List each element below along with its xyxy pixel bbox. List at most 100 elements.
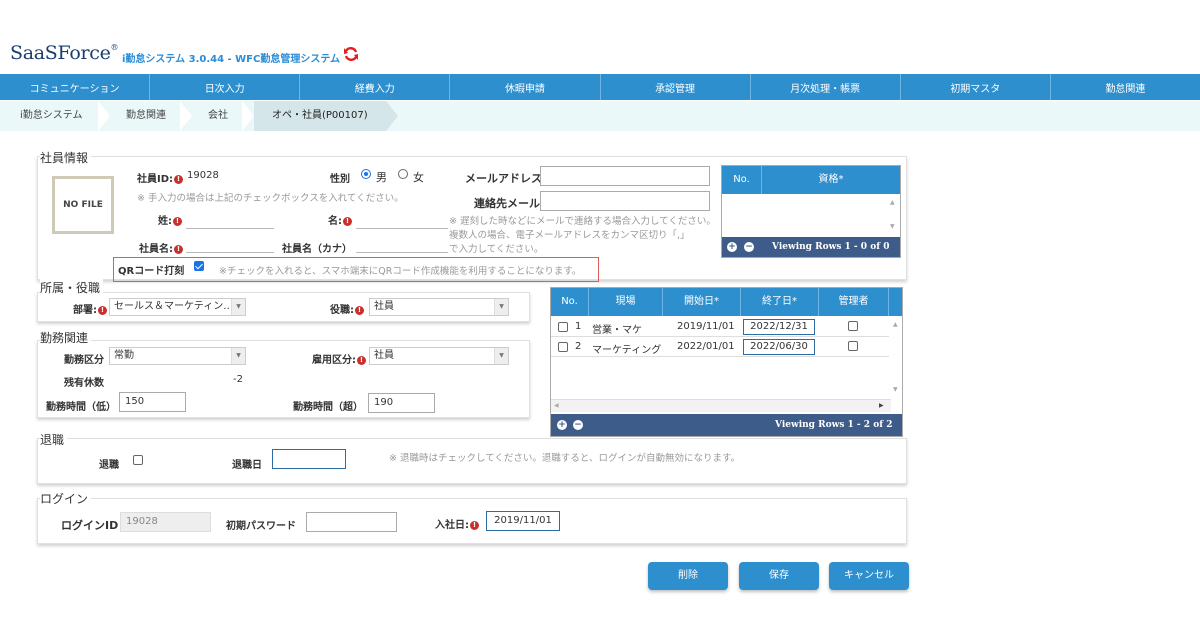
hours-min-input[interactable]: 150 [119,392,186,412]
row-select-checkbox[interactable] [558,342,568,352]
qualification-col-no[interactable]: No. [722,166,762,194]
scroll-down-icon[interactable]: ▼ [890,223,895,230]
paid-leave-label: 残有休数 [64,378,104,389]
section-title-affiliation: 所属・役職 [40,279,104,296]
gender-female-label: 女 [413,171,424,184]
cancel-button[interactable]: キャンセル [829,562,909,590]
gender-male-radio[interactable] [361,169,371,179]
add-row-icon[interactable]: + [557,420,567,430]
full-name-label: 社員名:! [139,240,183,255]
remove-row-icon[interactable]: − [573,420,583,430]
system-name: i勤怠システム 3.0.44 - WFC勤怠管理システム [122,54,341,65]
breadcrumb-item-system[interactable]: i勤怠システム [20,101,82,131]
chevron-down-icon: ▼ [231,299,245,315]
site-col-site[interactable]: 現場 [589,288,663,316]
work-type-select[interactable]: 常勤 ▼ [109,347,246,365]
save-button[interactable]: 保存 [739,562,819,590]
join-date-label: 入社日:! [435,516,479,531]
chevron-down-icon: ▼ [494,299,508,315]
row-end-date-input[interactable]: 2022/12/31 [743,319,815,335]
employment-type-select[interactable]: 社員 ▼ [369,347,509,365]
site-grid-header: No. 現場 開始日* 終了日* 管理者 [551,288,902,316]
app-logo: SaaSForce® [10,42,119,64]
join-date-input[interactable]: 2019/11/01 [486,511,560,531]
nav-initial-master[interactable]: 初期マスタ [901,74,1051,100]
employee-id-label: 社員ID:! [137,170,184,185]
site-col-end[interactable]: 終了日* [741,288,819,316]
nav-communication[interactable]: コミュニケーション [0,74,151,100]
scroll-left-icon[interactable]: ◀ [554,402,559,409]
last-name-input[interactable] [186,211,274,229]
full-name-input[interactable] [186,235,274,253]
qr-note: ※チェックを入れると、スマホ端末にQRコード作成機能を利用することになります。 [219,266,582,277]
horizontal-scrollbar[interactable]: ◀ ▶ [551,399,891,412]
hours-max-label: 勤務時間（超） [293,402,363,413]
nav-attendance[interactable]: 勤怠関連 [1051,74,1200,100]
breadcrumb-item-attendance[interactable]: 勤怠関連 [126,101,166,131]
email-input[interactable] [540,166,710,186]
hours-min-label: 勤務時間（低） [46,402,116,413]
row-end-date-input[interactable]: 2022/06/30 [743,339,815,355]
dept-label: 部署:! [73,301,107,316]
init-password-input[interactable] [306,512,397,532]
remove-row-icon[interactable]: − [744,242,754,252]
first-name-input[interactable] [356,211,448,229]
row-start-date: 2019/11/01 [677,321,735,332]
main-nav: コミュニケーション 日次入力 経費入力 休暇申請 承認管理 月次処理・帳票 初期… [0,74,1200,100]
breadcrumb-item-current: オペ・社員(P00107) [272,110,368,121]
nav-leave-request[interactable]: 休暇申請 [450,74,601,100]
retire-date-input[interactable] [272,449,346,469]
table-row[interactable]: 1 営業・マケ 2019/11/01 2022/12/31 [551,317,889,337]
row-manager-checkbox[interactable] [848,341,858,351]
employment-type-label: 雇用区分:! [312,351,366,366]
row-site: マーケティング [592,345,662,356]
chevron-down-icon: ▼ [494,348,508,364]
qualification-grid-header: No. 資格* [722,166,900,194]
retire-note: ※ 退職時はチェックしてください。退職すると、ログインが自動無効になります。 [389,453,741,464]
manual-input-note: ※ 手入力の場合は上記のチェックボックスを入れてください。 [137,193,404,204]
site-col-start[interactable]: 開始日* [663,288,741,316]
scroll-up-icon[interactable]: ▲ [890,199,895,206]
site-grid-footer: + − Viewing Rows 1 - 2 of 2 [551,414,902,436]
retire-date-label: 退職日 [232,460,262,471]
site-grid: No. 現場 開始日* 終了日* 管理者 1 営業・マケ 2019/11/01 … [550,287,903,437]
retire-checkbox[interactable] [133,455,143,465]
qr-checkbox[interactable] [194,261,204,271]
refresh-icon[interactable] [343,46,359,62]
site-col-manager[interactable]: 管理者 [819,288,889,316]
role-label: 役職:! [330,301,364,316]
employee-id-value: 19028 [187,170,219,181]
retire-label: 退職 [99,460,119,471]
breadcrumb-item-company[interactable]: 会社 [208,101,228,131]
row-select-checkbox[interactable] [558,322,568,332]
delete-button[interactable]: 削除 [648,562,728,590]
login-id-label: ログインID [61,519,119,532]
nav-expense-input[interactable]: 経費入力 [300,74,451,100]
section-title-work: 勤務関連 [40,329,92,346]
row-manager-checkbox[interactable] [848,321,858,331]
breadcrumb: i勤怠システム 勤怠関連 会社 オペ・社員(P00107) [0,101,1200,131]
table-row[interactable]: 2 マーケティング 2022/01/01 2022/06/30 [551,337,889,357]
scroll-up-icon[interactable]: ▲ [893,321,898,328]
dept-select[interactable]: セールス＆マーケティン… ▼ [109,298,246,316]
role-select[interactable]: 社員 ▼ [369,298,509,316]
gender-female-radio[interactable] [398,169,408,179]
nav-daily-input[interactable]: 日次入力 [150,74,301,100]
nav-approval[interactable]: 承認管理 [601,74,751,100]
breadcrumb-separator [98,101,110,131]
gender-male-label: 男 [376,171,387,184]
qr-label: QRコード打刻 [118,266,185,277]
scroll-down-icon[interactable]: ▼ [893,386,898,393]
contact-email-input[interactable] [540,191,710,211]
photo-placeholder[interactable]: NO FILE [52,176,114,234]
scroll-right-icon[interactable]: ▶ [879,402,884,409]
email-label: メールアドレス [465,172,542,185]
nav-monthly-reports[interactable]: 月次処理・帳票 [751,74,901,100]
hours-max-input[interactable]: 190 [368,393,435,413]
qualification-col-name[interactable]: 資格* [762,166,900,194]
login-id-input: 19028 [120,512,211,532]
site-col-no[interactable]: No. [551,288,589,316]
add-row-icon[interactable]: + [727,242,737,252]
kana-input[interactable] [356,235,448,253]
contact-email-note-1: ※ 遅刻した時などにメールで連絡する場合入力してください。 [449,216,716,227]
